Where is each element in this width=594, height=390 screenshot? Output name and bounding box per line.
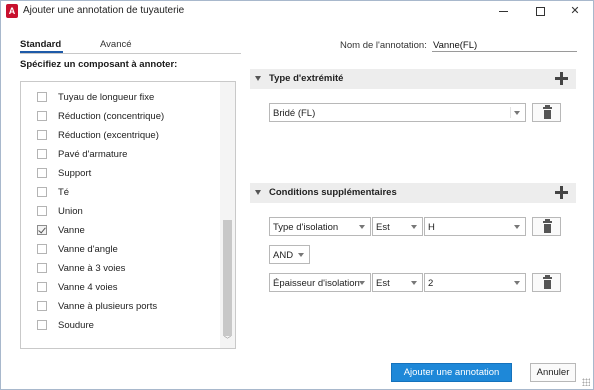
checkbox[interactable] — [37, 168, 47, 178]
checkbox[interactable] — [37, 244, 47, 254]
delete-end-type-button[interactable] — [532, 103, 561, 122]
checkbox-checked[interactable] — [37, 225, 47, 235]
condition-value-dropdown[interactable]: H — [424, 217, 526, 236]
scroll-down-icon[interactable]: ﹀ — [224, 337, 231, 344]
conditions-section-header[interactable]: Conditions supplémentaires — [250, 183, 576, 203]
component-section-label: Spécifiez un composant à annoter: — [20, 59, 178, 70]
dialog-window: A Ajouter une annotation de tuyauterie ✕… — [0, 0, 594, 390]
chevron-down-icon — [411, 225, 417, 229]
chevron-down-icon — [298, 253, 304, 257]
list-item[interactable]: Vanne à 3 voies — [21, 259, 221, 278]
list-item[interactable]: Réduction (concentrique) — [21, 107, 221, 126]
list-item[interactable]: Vanne à plusieurs ports — [21, 297, 221, 316]
tab-advanced[interactable]: Avancé — [100, 39, 132, 50]
annotation-name-label: Nom de l'annotation: — [340, 40, 427, 51]
component-list[interactable]: Tuyau de longueur fixe Réduction (concen… — [20, 81, 236, 349]
condition-operator-dropdown[interactable]: Est — [372, 273, 423, 292]
condition-property-dropdown[interactable]: Épaisseur d'isolation — [269, 273, 371, 292]
list-item[interactable]: Union — [21, 202, 221, 221]
list-item[interactable]: Vanne — [21, 221, 221, 240]
close-button[interactable]: ✕ — [557, 1, 593, 22]
list-item[interactable]: Soudure — [21, 316, 221, 335]
title-bar[interactable]: A Ajouter une annotation de tuyauterie ✕ — [1, 1, 593, 22]
checkbox[interactable] — [37, 111, 47, 121]
collapse-chevron-icon[interactable] — [255, 190, 261, 195]
condition-operator-dropdown[interactable]: Est — [372, 217, 423, 236]
cancel-button[interactable]: Annuler — [530, 363, 576, 382]
end-type-dropdown[interactable]: Bridé (FL) — [269, 103, 526, 122]
list-item[interactable]: Tuyau de longueur fixe — [21, 88, 221, 107]
list-item[interactable]: Vanne 4 voies — [21, 278, 221, 297]
delete-condition-button[interactable] — [532, 273, 561, 292]
close-icon: ✕ — [570, 5, 580, 17]
checkbox[interactable] — [37, 187, 47, 197]
list-item[interactable]: Té — [21, 183, 221, 202]
chevron-down-icon — [411, 281, 417, 285]
list-item[interactable]: Vanne d'angle — [21, 240, 221, 259]
add-annotation-button[interactable]: Ajouter une annotation — [391, 363, 512, 382]
checkbox[interactable] — [37, 282, 47, 292]
window-title: Ajouter une annotation de tuyauterie — [23, 5, 185, 16]
checkbox[interactable] — [37, 92, 47, 102]
scrollbar-thumb[interactable] — [223, 220, 232, 336]
condition-value-dropdown[interactable]: 2 — [424, 273, 526, 292]
collapse-chevron-icon[interactable] — [255, 76, 261, 81]
tabs-divider — [20, 53, 241, 54]
chevron-down-icon — [514, 111, 520, 115]
tab-standard[interactable]: Standard — [20, 39, 61, 50]
chevron-down-icon — [359, 281, 365, 285]
condition-property-dropdown[interactable]: Type d'isolation — [269, 217, 371, 236]
list-item[interactable]: Pavé d'armature — [21, 145, 221, 164]
list-item[interactable]: Réduction (excentrique) — [21, 126, 221, 145]
checkbox[interactable] — [37, 206, 47, 216]
delete-condition-button[interactable] — [532, 217, 561, 236]
resize-grip-icon[interactable] — [582, 378, 590, 386]
end-type-title: Type d'extrémité — [269, 73, 344, 84]
maximize-icon — [535, 6, 545, 16]
maximize-button[interactable] — [522, 1, 558, 22]
list-item[interactable]: Support — [21, 164, 221, 183]
add-end-type-plus-icon[interactable] — [555, 72, 568, 85]
app-logo-icon: A — [6, 4, 18, 18]
checkbox[interactable] — [37, 301, 47, 311]
conditions-title: Conditions supplémentaires — [269, 187, 397, 198]
checkbox[interactable] — [37, 149, 47, 159]
list-scrollbar[interactable]: ﹀ — [220, 82, 235, 348]
chevron-down-icon — [514, 225, 520, 229]
checkbox[interactable] — [37, 320, 47, 330]
minimize-button[interactable] — [485, 1, 521, 22]
logic-operator-dropdown[interactable]: AND — [269, 245, 310, 264]
minimize-icon — [498, 10, 508, 12]
add-condition-plus-icon[interactable] — [555, 186, 568, 199]
checkbox[interactable] — [37, 130, 47, 140]
chevron-down-icon — [359, 225, 365, 229]
annotation-name-input[interactable] — [432, 39, 577, 52]
checkbox[interactable] — [37, 263, 47, 273]
end-type-section-header[interactable]: Type d'extrémité — [250, 69, 576, 89]
chevron-down-icon — [514, 281, 520, 285]
